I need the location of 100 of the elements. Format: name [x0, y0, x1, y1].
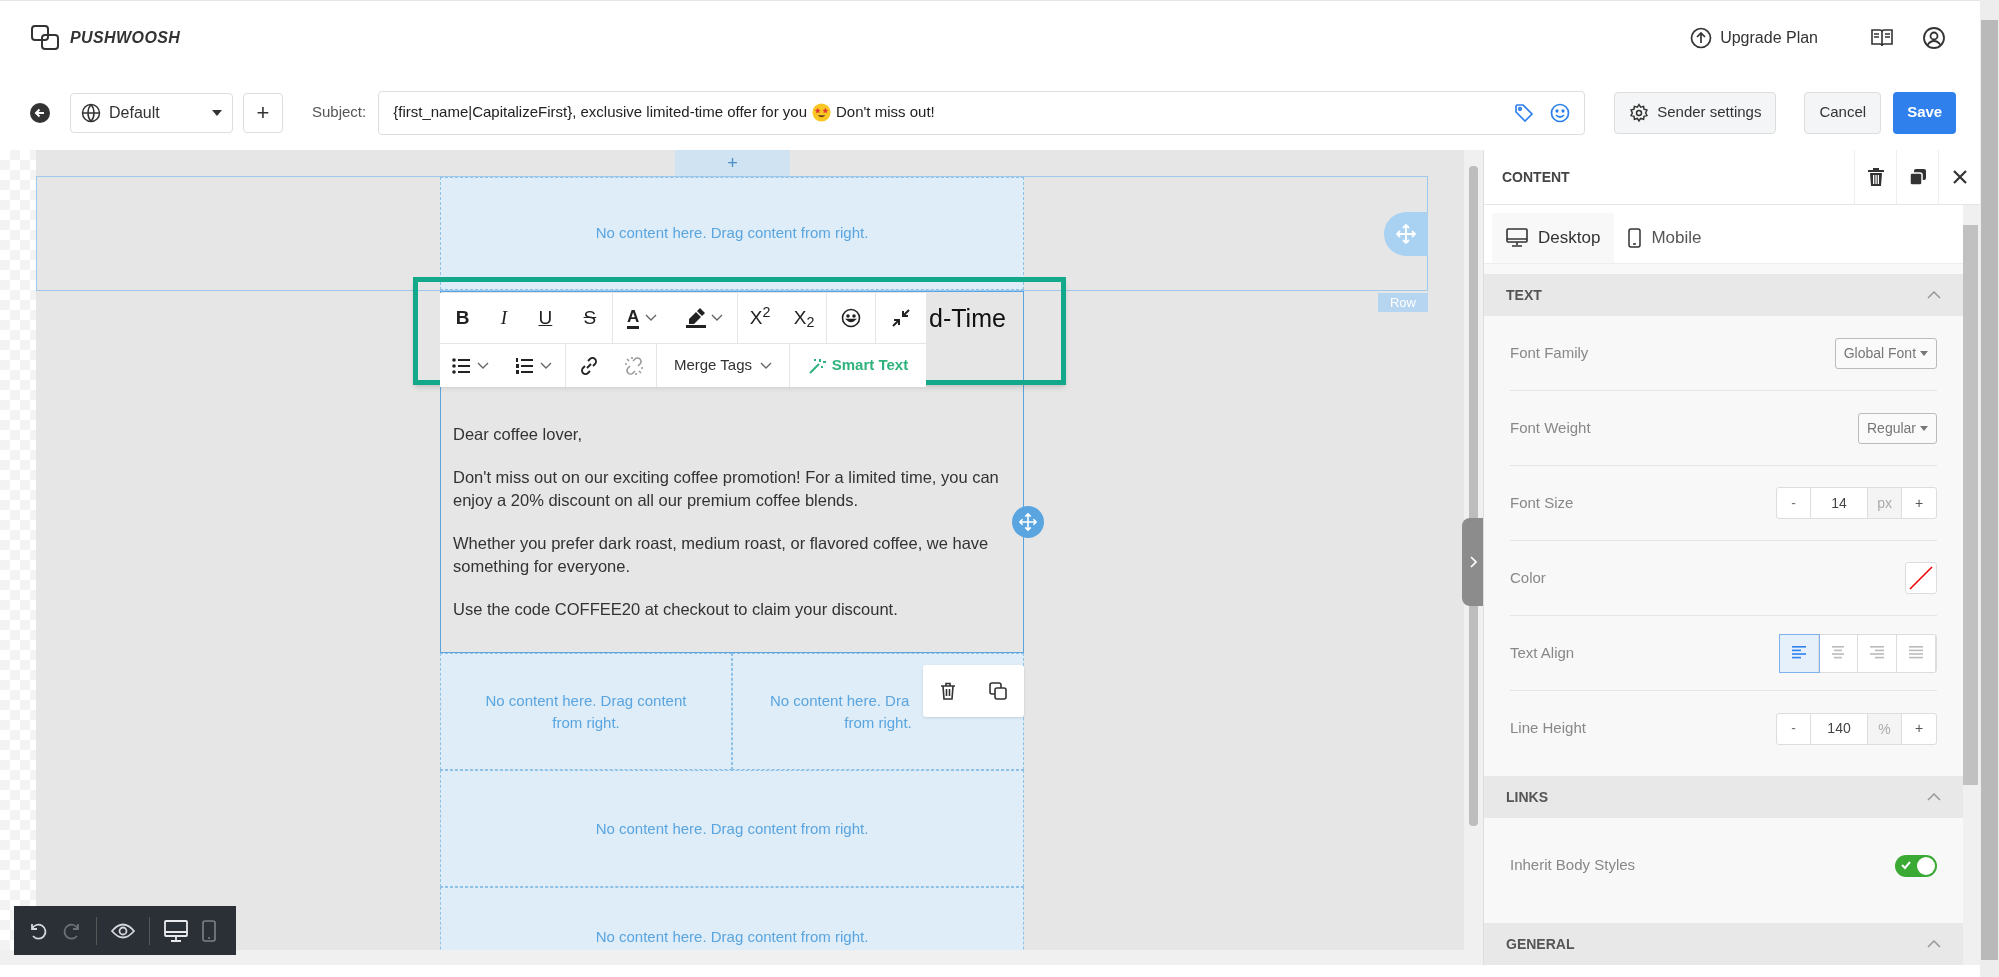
strikethrough-button[interactable]: S	[583, 303, 597, 333]
book-icon[interactable]	[1870, 27, 1894, 49]
placeholder-text: No content here. Dra	[770, 690, 910, 711]
section-header[interactable]: LINKS	[1484, 776, 1964, 818]
add-button[interactable]: +	[243, 92, 283, 133]
align-button[interactable]	[1780, 634, 1820, 672]
merge-tags-dropdown[interactable]: Merge Tags	[673, 354, 773, 377]
align-right-icon	[1869, 646, 1885, 660]
color-swatch[interactable]	[1905, 562, 1938, 594]
align-left-icon	[1791, 646, 1807, 660]
trash-icon	[1867, 168, 1884, 186]
collapse-panel-handle[interactable]	[1462, 518, 1483, 606]
dropdown[interactable]: Regular	[1858, 412, 1938, 444]
setting-label: Font Weight	[1510, 417, 1591, 438]
section-header[interactable]: GENERAL	[1484, 923, 1964, 965]
unit-label: %	[1868, 713, 1903, 744]
chevron-up-icon	[1927, 940, 1942, 948]
horizontal-scrollbar[interactable]	[0, 950, 1483, 965]
paragraph-text: Don't miss out on our exciting coffee promotion! For a limited time, you can enjoy a 20% discount on all our premium coffee blends.	[453, 467, 1000, 511]
placeholder-text: No content here. Drag content from right.	[484, 690, 688, 733]
no-color-slash-icon	[1908, 565, 1935, 591]
subscript-button[interactable]: X$_{2}$	[793, 303, 815, 333]
setting-label: Text Align	[1510, 642, 1575, 663]
collapse-button[interactable]	[892, 309, 910, 327]
monitor-icon	[164, 919, 188, 942]
section-header[interactable]: TEXT	[1484, 274, 1964, 316]
heading-text: d-Time	[929, 304, 1006, 332]
user-icon[interactable]	[1922, 26, 1946, 50]
mobile-view-button[interactable]	[202, 919, 216, 942]
emoji-button[interactable]	[841, 308, 861, 328]
template-dropdown[interactable]: Default	[70, 92, 233, 133]
italic-button[interactable]: I	[500, 303, 508, 333]
highlight-button[interactable]	[685, 306, 724, 330]
toggle-switch[interactable]	[1895, 854, 1938, 877]
setting-label: Font Size	[1510, 492, 1574, 513]
phone-icon	[202, 919, 216, 942]
paragraph-text: Whether you prefer dark roast, medium roast, or flavored coffee, we have something for everyone.	[453, 533, 990, 577]
chevron-up-icon	[1927, 793, 1942, 801]
chevron-up-icon	[1927, 291, 1942, 299]
font-color-button[interactable]: A	[626, 307, 658, 329]
placeholder-text: No content here. Drag content from right.	[595, 223, 869, 244]
save-button[interactable]: Save	[1893, 91, 1957, 134]
collapse-icon	[892, 309, 910, 327]
upgrade-plan-button[interactable]: Upgrade Plan	[1690, 26, 1818, 50]
panel-title: CONTENT	[1502, 167, 1571, 187]
panel-scrollbar[interactable]	[1963, 205, 1980, 965]
back-icon[interactable]	[30, 102, 50, 123]
arrow-up-circle-icon	[1690, 27, 1713, 49]
logo-icon	[30, 24, 62, 52]
globe-icon	[81, 102, 101, 123]
placeholder-text: from right.	[844, 712, 912, 733]
check-icon	[1901, 860, 1912, 870]
increment-button[interactable]: +	[1902, 488, 1937, 518]
desktop-view-button[interactable]	[164, 919, 188, 942]
duplicate-button[interactable]	[989, 682, 1008, 700]
copy-icon	[1908, 168, 1927, 186]
move-handle[interactable]	[1384, 212, 1428, 256]
bulleted-list-button[interactable]	[452, 356, 491, 375]
setting-label: Inherit Body Styles	[1510, 855, 1636, 876]
phone-icon	[1628, 228, 1642, 248]
move-icon	[1396, 224, 1416, 244]
setting-label: Color	[1510, 567, 1546, 588]
number-stepper[interactable]: - 140 % +	[1776, 712, 1938, 745]
subject-text: {first_name|CapitalizeFirst}, exclusive limited-time offer for you	[393, 102, 807, 123]
link-icon	[578, 355, 599, 376]
cancel-button[interactable]: Cancel	[1804, 91, 1882, 134]
align-justify-icon	[1908, 646, 1924, 660]
monitor-icon	[1506, 228, 1528, 248]
subject-text: Don't miss out!	[836, 102, 935, 123]
underline-button[interactable]: U	[538, 303, 553, 333]
row-label: Row	[1378, 293, 1428, 312]
preview-button[interactable]	[111, 921, 135, 940]
chevron-right-icon	[1468, 556, 1477, 568]
sender-settings-button[interactable]: Sender settings	[1614, 91, 1777, 134]
unlink-button[interactable]	[623, 355, 644, 376]
emoji-icon[interactable]	[1550, 102, 1571, 123]
link-button[interactable]	[578, 355, 599, 376]
superscript-button[interactable]: X$^{2}$	[749, 303, 771, 333]
close-icon	[1952, 170, 1967, 184]
bold-button[interactable]: B	[455, 303, 470, 333]
move-handle[interactable]	[1012, 506, 1044, 538]
subject-field[interactable]: {first_name|CapitalizeFirst}, exclusive limited-time offer for you Don't miss out!	[378, 90, 1586, 135]
view-tab[interactable]: Desktop	[1492, 213, 1615, 263]
align-center-icon	[1830, 646, 1846, 660]
chevron-down-icon	[760, 361, 773, 370]
page-scrollbar[interactable]	[1980, 0, 1999, 977]
brand-name: PUSHWOOSH	[70, 28, 181, 48]
dropdown[interactable]: Global Font	[1834, 337, 1938, 369]
setting-label: Line Height	[1510, 718, 1586, 739]
magic-wand-icon	[807, 356, 826, 375]
number-stepper[interactable]: - 14 px +	[1776, 487, 1938, 519]
trash-icon	[939, 682, 956, 700]
increment-button[interactable]: +	[1902, 713, 1937, 744]
caret-icon	[1920, 350, 1929, 356]
paragraph-text: Use the code COFFEE20 at checkout to claim your discount.	[453, 599, 899, 620]
delete-button[interactable]	[939, 682, 956, 700]
tag-icon[interactable]	[1514, 102, 1535, 123]
caret-icon	[1920, 425, 1929, 431]
paragraph-text: Dear coffee lover,	[453, 424, 584, 445]
numbered-list-button[interactable]	[514, 356, 553, 375]
